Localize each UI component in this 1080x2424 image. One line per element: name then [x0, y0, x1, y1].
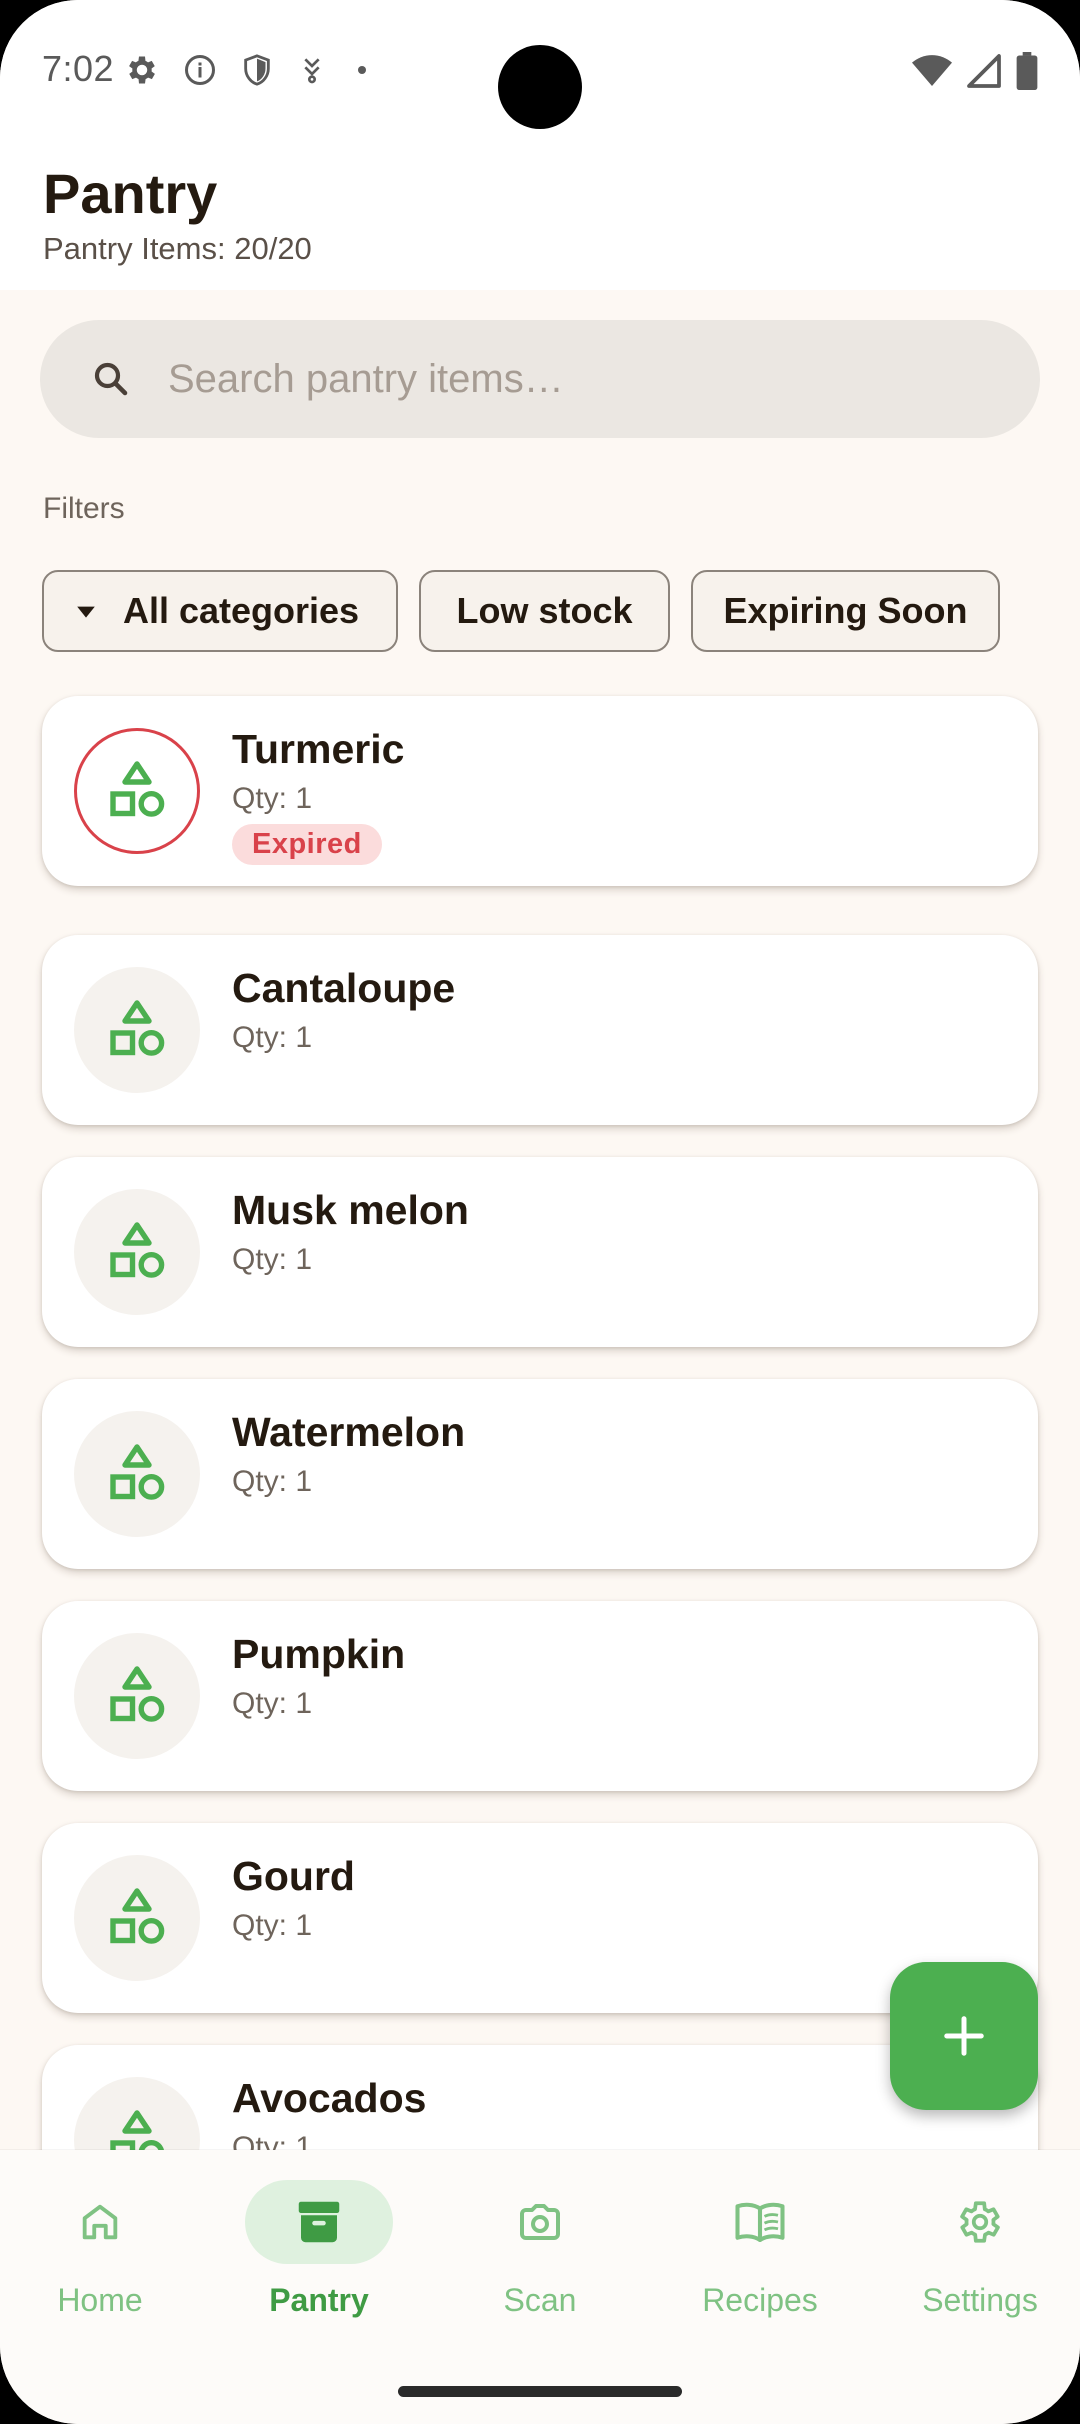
list-item[interactable]: Cantaloupe Qty: 1	[42, 935, 1038, 1125]
filters-label: Filters	[43, 492, 125, 525]
nav-label-home: Home	[57, 2282, 143, 2318]
nav-item-recipes[interactable]: Recipes	[660, 2180, 860, 2330]
item-quantity: Qty: 1	[232, 1465, 313, 1498]
search-bar[interactable]	[40, 320, 1040, 438]
home-icon	[82, 2204, 118, 2240]
app-header: Pantry Pantry Items: 20/20	[0, 145, 1080, 290]
item-avatar	[74, 728, 200, 854]
page-title: Pantry	[43, 162, 218, 225]
nav-label-recipes: Recipes	[702, 2282, 818, 2318]
item-quantity: Qty: 1	[232, 1243, 313, 1276]
nav-item-home[interactable]: Home	[0, 2180, 200, 2330]
item-name: Pumpkin	[232, 1631, 406, 1677]
list-item[interactable]: Watermelon Qty: 1	[42, 1379, 1038, 1569]
add-item-button[interactable]	[890, 1962, 1038, 2110]
nav-pill	[26, 2180, 174, 2264]
item-name: Musk melon	[232, 1187, 469, 1233]
item-avatar	[74, 1411, 200, 1537]
camera-cutout	[498, 45, 582, 129]
item-name: Watermelon	[232, 1409, 466, 1455]
nav-item-pantry[interactable]: Pantry	[219, 2180, 419, 2330]
dropdown-caret-icon	[77, 606, 95, 618]
nav-pill	[686, 2180, 834, 2264]
search-input[interactable]	[168, 320, 988, 438]
nav-label-pantry: Pantry	[269, 2282, 369, 2318]
nav-item-settings[interactable]: Settings	[880, 2180, 1080, 2330]
pantry-count: Pantry Items: 20/20	[43, 231, 312, 266]
low-stock-filter-label: Low stock	[456, 590, 633, 631]
info-status-icon	[185, 55, 215, 85]
nav-label-scan: Scan	[503, 2282, 577, 2318]
status-time: 7:02	[42, 48, 115, 89]
item-name: Cantaloupe	[232, 965, 456, 1011]
download-status-icon	[304, 58, 320, 84]
item-name: Gourd	[232, 1853, 355, 1899]
search-icon	[94, 362, 128, 396]
signal-icon	[967, 54, 1001, 88]
nav-label-settings: Settings	[922, 2282, 1038, 2318]
expired-badge: Expired	[232, 824, 382, 865]
expiring-soon-filter-chip[interactable]: Expiring Soon	[691, 570, 1000, 652]
category-filter-dropdown[interactable]: All categories	[42, 570, 398, 652]
item-quantity: Qty: 1	[232, 1909, 313, 1942]
bottom-navigation: Home Pantry Scan Recipes Settings	[0, 2150, 1080, 2424]
category-shapes-icon	[110, 1888, 165, 1944]
list-item[interactable]: Musk melon Qty: 1	[42, 1157, 1038, 1347]
status-bar: 7:02	[0, 0, 1080, 145]
item-name: Turmeric	[232, 726, 405, 772]
category-shapes-icon	[110, 761, 165, 817]
category-filter-label: All categories	[122, 590, 360, 631]
list-item[interactable]: Turmeric Qty: 1 Expired	[42, 696, 1038, 886]
item-quantity: Qty: 1	[232, 782, 313, 815]
nav-pill	[906, 2180, 1054, 2264]
app-screen: 7:02 Pantry Pantry Items: 20/20 Filters …	[0, 0, 1080, 2424]
item-avatar	[74, 1855, 200, 1981]
item-avatar	[74, 967, 200, 1093]
wifi-icon	[912, 55, 952, 86]
nav-pill-active	[245, 2180, 393, 2264]
book-icon	[735, 2202, 785, 2243]
nav-pill	[466, 2180, 614, 2264]
item-quantity: Qty: 1	[232, 1687, 313, 1720]
low-stock-filter-chip[interactable]: Low stock	[419, 570, 670, 652]
dot-status-icon	[358, 66, 366, 74]
status-icons-left	[124, 52, 374, 88]
item-quantity: Qty: 1	[232, 1021, 313, 1054]
camera-icon	[520, 2204, 560, 2240]
item-name: Avocados	[232, 2075, 427, 2121]
status-icons-right	[912, 52, 1038, 90]
gear-icon	[960, 2201, 1000, 2243]
category-shapes-icon	[110, 1222, 165, 1278]
category-shapes-icon	[110, 1000, 165, 1056]
gesture-home-bar[interactable]	[398, 2386, 682, 2397]
list-item[interactable]: Pumpkin Qty: 1	[42, 1601, 1038, 1791]
item-avatar	[74, 1189, 200, 1315]
item-avatar	[74, 1633, 200, 1759]
category-shapes-icon	[110, 1444, 165, 1500]
expiring-soon-filter-label: Expiring Soon	[723, 590, 968, 631]
category-shapes-icon	[110, 1666, 165, 1722]
nav-item-scan[interactable]: Scan	[440, 2180, 640, 2330]
battery-icon	[1016, 52, 1038, 90]
plus-icon	[944, 2016, 984, 2056]
settings-status-icon	[129, 56, 155, 84]
shield-status-icon	[244, 54, 270, 86]
list-item[interactable]: Gourd Qty: 1	[42, 1823, 1038, 2013]
archive-box-icon	[298, 2201, 340, 2243]
